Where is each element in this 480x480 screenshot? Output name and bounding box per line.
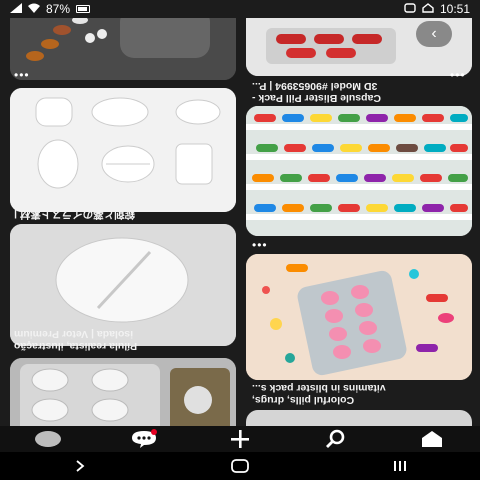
home-button-icon[interactable]	[220, 454, 260, 478]
messages-icon[interactable]	[124, 427, 164, 451]
back-icon[interactable]	[60, 454, 100, 478]
pin-caption: Colorful pills, drugs, vitamins in blist…	[252, 382, 386, 406]
pin-feed: ••• ‹ Capsule Blister Pill Pack - 3D Mod…	[0, 18, 480, 426]
pin-image-partial[interactable]	[246, 410, 472, 426]
pin-overlay-button[interactable]: ‹	[416, 21, 452, 47]
notification-icon	[404, 2, 416, 16]
status-bar: 87% 10:51	[0, 0, 480, 18]
create-icon[interactable]	[220, 427, 260, 451]
bottom-nav	[0, 426, 480, 452]
battery-percent: 87%	[46, 2, 71, 16]
home-icon[interactable]	[412, 427, 452, 451]
pin-caption: 錠剤と薬のイラスト素材 | 無料のイラストやかわいいフリー素材	[14, 196, 193, 220]
pin-image-capsule-shelves[interactable]	[246, 106, 472, 236]
recent-apps-icon[interactable]	[380, 454, 420, 478]
more-options-button[interactable]: •••	[450, 68, 466, 82]
more-options-button[interactable]: •••	[14, 68, 30, 82]
more-options-button[interactable]: •••	[252, 238, 268, 252]
clock: 10:51	[439, 2, 470, 16]
pin-image-colorful-pills[interactable]	[246, 254, 472, 380]
battery-icon	[76, 5, 91, 13]
wifi-icon	[28, 2, 40, 16]
home-status-icon	[422, 2, 434, 16]
profile-icon[interactable]	[28, 427, 68, 451]
pin-image-blister-tablets[interactable]	[10, 358, 236, 426]
system-nav-bar	[0, 452, 480, 480]
pin-image-pills-dark[interactable]	[10, 18, 236, 80]
pin-caption: Capsule Blister Pill Pack - 3D Model #90…	[252, 80, 381, 104]
search-icon[interactable]	[316, 427, 356, 451]
pin-caption: Pílula realista, ilustração isolada | Ve…	[14, 328, 138, 352]
signal-icon	[10, 2, 22, 16]
pin-image-white-pills[interactable]	[10, 88, 236, 212]
